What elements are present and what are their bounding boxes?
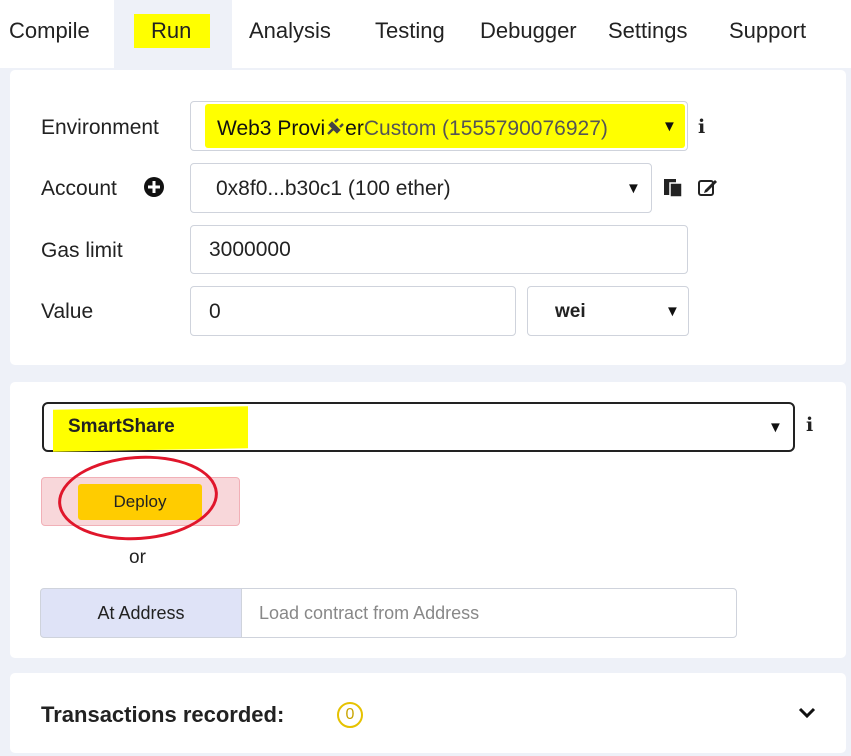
tab-support[interactable]: Support [729,18,806,44]
transactions-count-badge: 0 [337,702,363,728]
tab-bar: Compile Run Analysis Testing Debugger Se… [0,0,851,68]
account-label: Account [41,177,117,200]
plug-icon [325,117,345,143]
plus-circle-icon[interactable] [143,176,165,203]
transactions-recorded-label: Transactions recorded: [41,702,285,727]
account-value: 0x8f0...b30c1 (100 ether) [216,177,451,200]
tab-testing[interactable]: Testing [375,18,445,44]
at-address-input[interactable]: Load contract from Address [241,588,737,638]
environment-caret-icon: ▼ [662,118,677,135]
environment-label: Environment [41,116,159,139]
info-icon[interactable]: i [698,116,705,138]
value-value: 0 [209,300,221,323]
contract-info-icon[interactable]: i [806,414,813,436]
tab-run[interactable]: Run [151,18,191,44]
value-unit-caret-icon: ▼ [665,303,680,320]
or-text: or [129,547,146,568]
copy-icon[interactable] [662,176,684,203]
tab-analysis[interactable]: Analysis [249,18,331,44]
gas-limit-label: Gas limit [41,239,123,262]
edit-icon[interactable] [697,176,719,203]
account-caret-icon: ▼ [626,180,641,197]
at-address-button[interactable]: At Address [40,588,242,638]
environment-value: Web3 Provi erCustom (1555790076927) [217,115,608,141]
environment-value-part2: er [345,117,364,140]
contract-caret-icon: ▼ [768,419,783,436]
contract-select-value: SmartShare [68,416,175,437]
value-unit-value: wei [555,301,586,322]
tab-compile[interactable]: Compile [9,18,90,44]
chevron-down-icon[interactable] [797,705,817,726]
value-label: Value [41,300,94,323]
tab-settings[interactable]: Settings [608,18,688,44]
environment-value-part3: Custom (1555790076927) [363,117,608,140]
tab-debugger[interactable]: Debugger [480,18,577,44]
value-input[interactable] [190,286,516,336]
gas-limit-value: 3000000 [209,238,291,261]
environment-value-part1: Web3 Provi [217,117,326,140]
